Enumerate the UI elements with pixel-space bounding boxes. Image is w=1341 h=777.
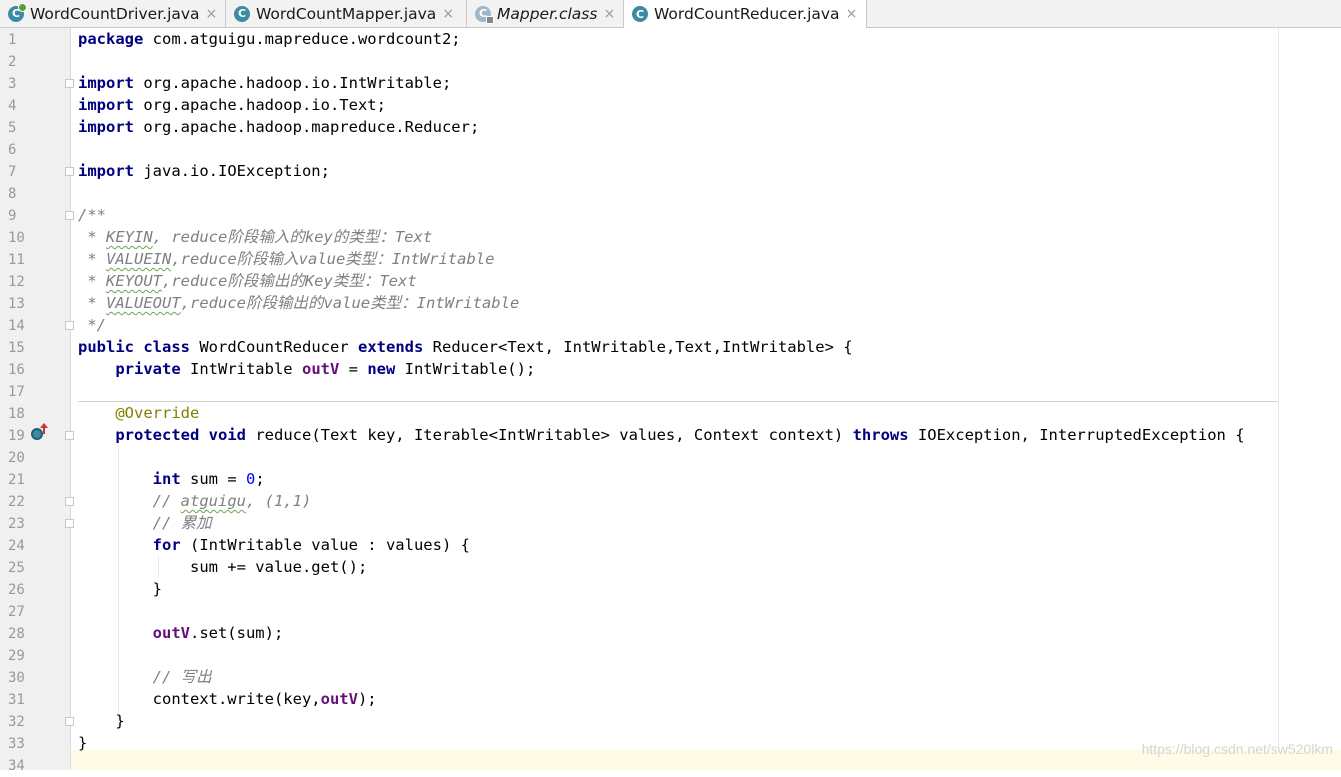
method-separator bbox=[78, 401, 1278, 402]
line-number: 28 bbox=[8, 626, 25, 642]
comment-line: // atguigu, (1,1) bbox=[78, 492, 312, 510]
tab-label: WordCountMapper.java bbox=[256, 4, 437, 23]
line-number: 10 bbox=[8, 230, 25, 246]
close-icon[interactable]: × bbox=[206, 6, 218, 22]
line-number: 29 bbox=[8, 648, 25, 664]
line-number: 16 bbox=[8, 362, 25, 378]
fold-marker[interactable] bbox=[65, 79, 74, 88]
code-line: context.write(key,outV); bbox=[78, 690, 377, 708]
editor-tab-bar: C WordCountDriver.java × C WordCountMapp… bbox=[0, 0, 1341, 28]
line-number: 32 bbox=[8, 714, 25, 730]
fold-marker[interactable] bbox=[65, 167, 74, 176]
code-line: for (IntWritable value : values) { bbox=[78, 536, 470, 554]
line-number: 34 bbox=[8, 758, 25, 774]
fold-marker[interactable] bbox=[65, 211, 74, 220]
fold-marker[interactable] bbox=[65, 717, 74, 726]
close-icon[interactable]: × bbox=[846, 6, 858, 22]
code-line: } bbox=[78, 580, 162, 598]
line-number: 6 bbox=[8, 142, 17, 158]
fold-marker[interactable] bbox=[65, 497, 74, 506]
line-number: 7 bbox=[8, 164, 17, 180]
line-number: 13 bbox=[8, 296, 25, 312]
code-line: outV.set(sum); bbox=[152, 624, 284, 642]
line-number: 11 bbox=[8, 252, 25, 268]
line-number: 15 bbox=[8, 340, 25, 356]
doc-comment-line: * KEYOUT,reduce阶段输出的Key类型：Text bbox=[78, 272, 417, 290]
line-number: 33 bbox=[8, 736, 25, 752]
line-number: 1 bbox=[8, 32, 17, 48]
line-number: 30 bbox=[8, 670, 25, 686]
line-number: 14 bbox=[8, 318, 25, 334]
line-number: 20 bbox=[8, 450, 25, 466]
doc-comment-line: * VALUEIN,reduce阶段输入value类型：IntWritable bbox=[78, 250, 495, 268]
code-line: public class WordCountReducer extends Re… bbox=[78, 338, 853, 356]
code-line: sum += value.get(); bbox=[78, 558, 368, 576]
line-number: 8 bbox=[8, 186, 17, 202]
comment-line: // 写出 bbox=[78, 668, 212, 686]
line-number: 25 bbox=[8, 560, 25, 576]
tab-label: WordCountDriver.java bbox=[30, 4, 200, 23]
line-number: 21 bbox=[8, 472, 25, 488]
fold-marker[interactable] bbox=[65, 321, 74, 330]
line-number: 31 bbox=[8, 692, 25, 708]
tab-label: Mapper.class bbox=[497, 4, 598, 23]
tab-wordcountreducer[interactable]: C WordCountReducer.java × bbox=[624, 0, 867, 28]
class-icon: C bbox=[632, 6, 648, 22]
code-line: } bbox=[78, 734, 88, 752]
line-number: 12 bbox=[8, 274, 25, 290]
doc-comment-line: */ bbox=[78, 316, 106, 334]
tab-wordcountmapper[interactable]: C WordCountMapper.java × bbox=[226, 0, 467, 27]
line-number: 18 bbox=[8, 406, 25, 422]
tab-label: WordCountReducer.java bbox=[654, 5, 840, 23]
line-number: 22 bbox=[8, 494, 25, 510]
right-margin-guide bbox=[1278, 28, 1279, 770]
fold-marker[interactable] bbox=[65, 431, 74, 440]
override-method-icon[interactable] bbox=[31, 428, 43, 440]
doc-comment-line: * VALUEOUT,reduce阶段输出的value类型：IntWritabl… bbox=[78, 294, 520, 312]
tab-wordcountdriver[interactable]: C WordCountDriver.java × bbox=[0, 0, 226, 27]
fold-marker[interactable] bbox=[65, 519, 74, 528]
code-line: package com.atguigu.mapreduce.wordcount2… bbox=[78, 30, 461, 48]
code-line: int sum = 0; bbox=[78, 470, 265, 488]
line-number: 9 bbox=[8, 208, 17, 224]
code-line: } bbox=[78, 712, 125, 730]
class-run-icon: C bbox=[8, 2, 27, 22]
code-line: import org.apache.hadoop.mapreduce.Reduc… bbox=[78, 118, 480, 136]
doc-comment-line: * KEYIN, reduce阶段输入的key的类型：Text bbox=[78, 228, 433, 246]
compiled-class-icon: C bbox=[475, 5, 494, 24]
line-number: 23 bbox=[8, 516, 25, 532]
line-number: 3 bbox=[8, 76, 17, 92]
line-number: 2 bbox=[8, 54, 17, 70]
tab-mapper-class[interactable]: C Mapper.class × bbox=[467, 0, 624, 27]
override-arrow-stem bbox=[43, 424, 45, 434]
comment-line: // 累加 bbox=[78, 514, 212, 532]
line-number: 27 bbox=[8, 604, 25, 620]
code-line: private IntWritable outV = new IntWritab… bbox=[78, 360, 536, 378]
doc-comment-line: /** bbox=[78, 206, 106, 224]
line-number: 17 bbox=[8, 384, 25, 400]
code-line: protected void reduce(Text key, Iterable… bbox=[78, 426, 1245, 444]
line-number: 4 bbox=[8, 98, 17, 114]
line-number: 24 bbox=[8, 538, 25, 554]
line-number: 5 bbox=[8, 120, 17, 136]
code-line: import org.apache.hadoop.io.Text; bbox=[78, 96, 386, 114]
line-number: 26 bbox=[8, 582, 25, 598]
close-icon[interactable]: × bbox=[442, 6, 454, 22]
watermark: https://blog.csdn.net/sw520lkm bbox=[1141, 741, 1333, 757]
annotation-line: @Override bbox=[78, 404, 200, 422]
code-line: import org.apache.hadoop.io.IntWritable; bbox=[78, 74, 452, 92]
close-icon[interactable]: × bbox=[603, 6, 615, 22]
editor-gutter[interactable]: 1 2 3 4 5 6 7 8 9 10 11 12 13 14 15 16 17 18 19 20 21 22 23 24 2… bbox=[0, 28, 71, 774]
class-icon: C bbox=[234, 5, 250, 22]
code-line: import java.io.IOException; bbox=[78, 162, 330, 180]
